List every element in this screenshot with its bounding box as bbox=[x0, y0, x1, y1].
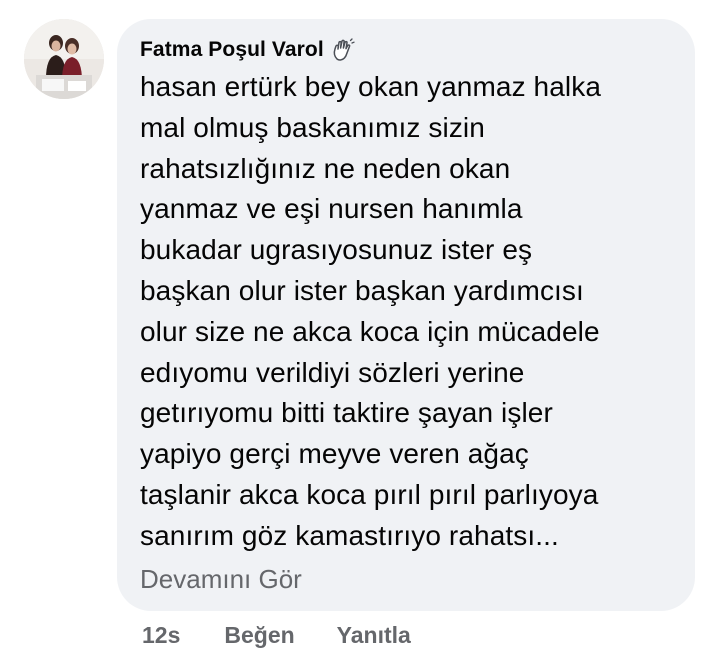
comment-text-line: getırıyomu bitti taktire şayan işler bbox=[140, 397, 553, 429]
author-row: Fatma Poşul Varol bbox=[140, 35, 356, 65]
comment-text-line: hasan ertürk bey okan yanmaz halka bbox=[140, 71, 601, 102]
avatar-photo bbox=[24, 19, 104, 99]
comment-text-line: taşlanir akca koca pırıl pırıl parlıyoya bbox=[140, 478, 599, 510]
comment-text-line: edıyomu verildiyi sözleri yerine bbox=[140, 356, 525, 388]
comment-text: hasan ertürk bey okan yanmaz halka mal o… bbox=[140, 67, 685, 557]
avatar[interactable] bbox=[24, 19, 104, 99]
comment-text-line: başkan olur ister başkan yardımcısı bbox=[140, 274, 584, 306]
see-more-link[interactable]: Devamını Gör bbox=[140, 564, 302, 595]
comment-bubble: Fatma Poşul Varol hasan ertürk bey okan … bbox=[117, 19, 695, 611]
like-button[interactable]: Beğen bbox=[224, 622, 294, 649]
reply-button[interactable]: Yanıtla bbox=[337, 622, 411, 649]
timestamp[interactable]: 12s bbox=[142, 622, 180, 649]
comment-text-line: mal olmuş baskanımız sizin bbox=[140, 111, 485, 143]
comment-text-line: yapiyo gerçi meyve veren ağaç bbox=[140, 438, 529, 470]
waving-hand-icon bbox=[330, 37, 356, 63]
comment-text-line: bukadar ugrasıyosunuz ister eş bbox=[140, 234, 533, 266]
comment-container: Fatma Poşul Varol hasan ertürk bey okan … bbox=[0, 0, 720, 663]
comment-text-line: rahatsızlığınız ne neden okan bbox=[140, 152, 511, 184]
comment-text-line: olur size ne akca koca için mücadele bbox=[140, 315, 600, 347]
comment-text-line: yanmaz ve eşi nursen hanımla bbox=[140, 193, 523, 225]
author-name[interactable]: Fatma Poşul Varol bbox=[140, 38, 324, 62]
comment-text-line: sanırım göz kamastırıyo rahatsı... bbox=[140, 519, 559, 551]
comment-actions: 12s Beğen Yanıtla bbox=[142, 618, 411, 652]
